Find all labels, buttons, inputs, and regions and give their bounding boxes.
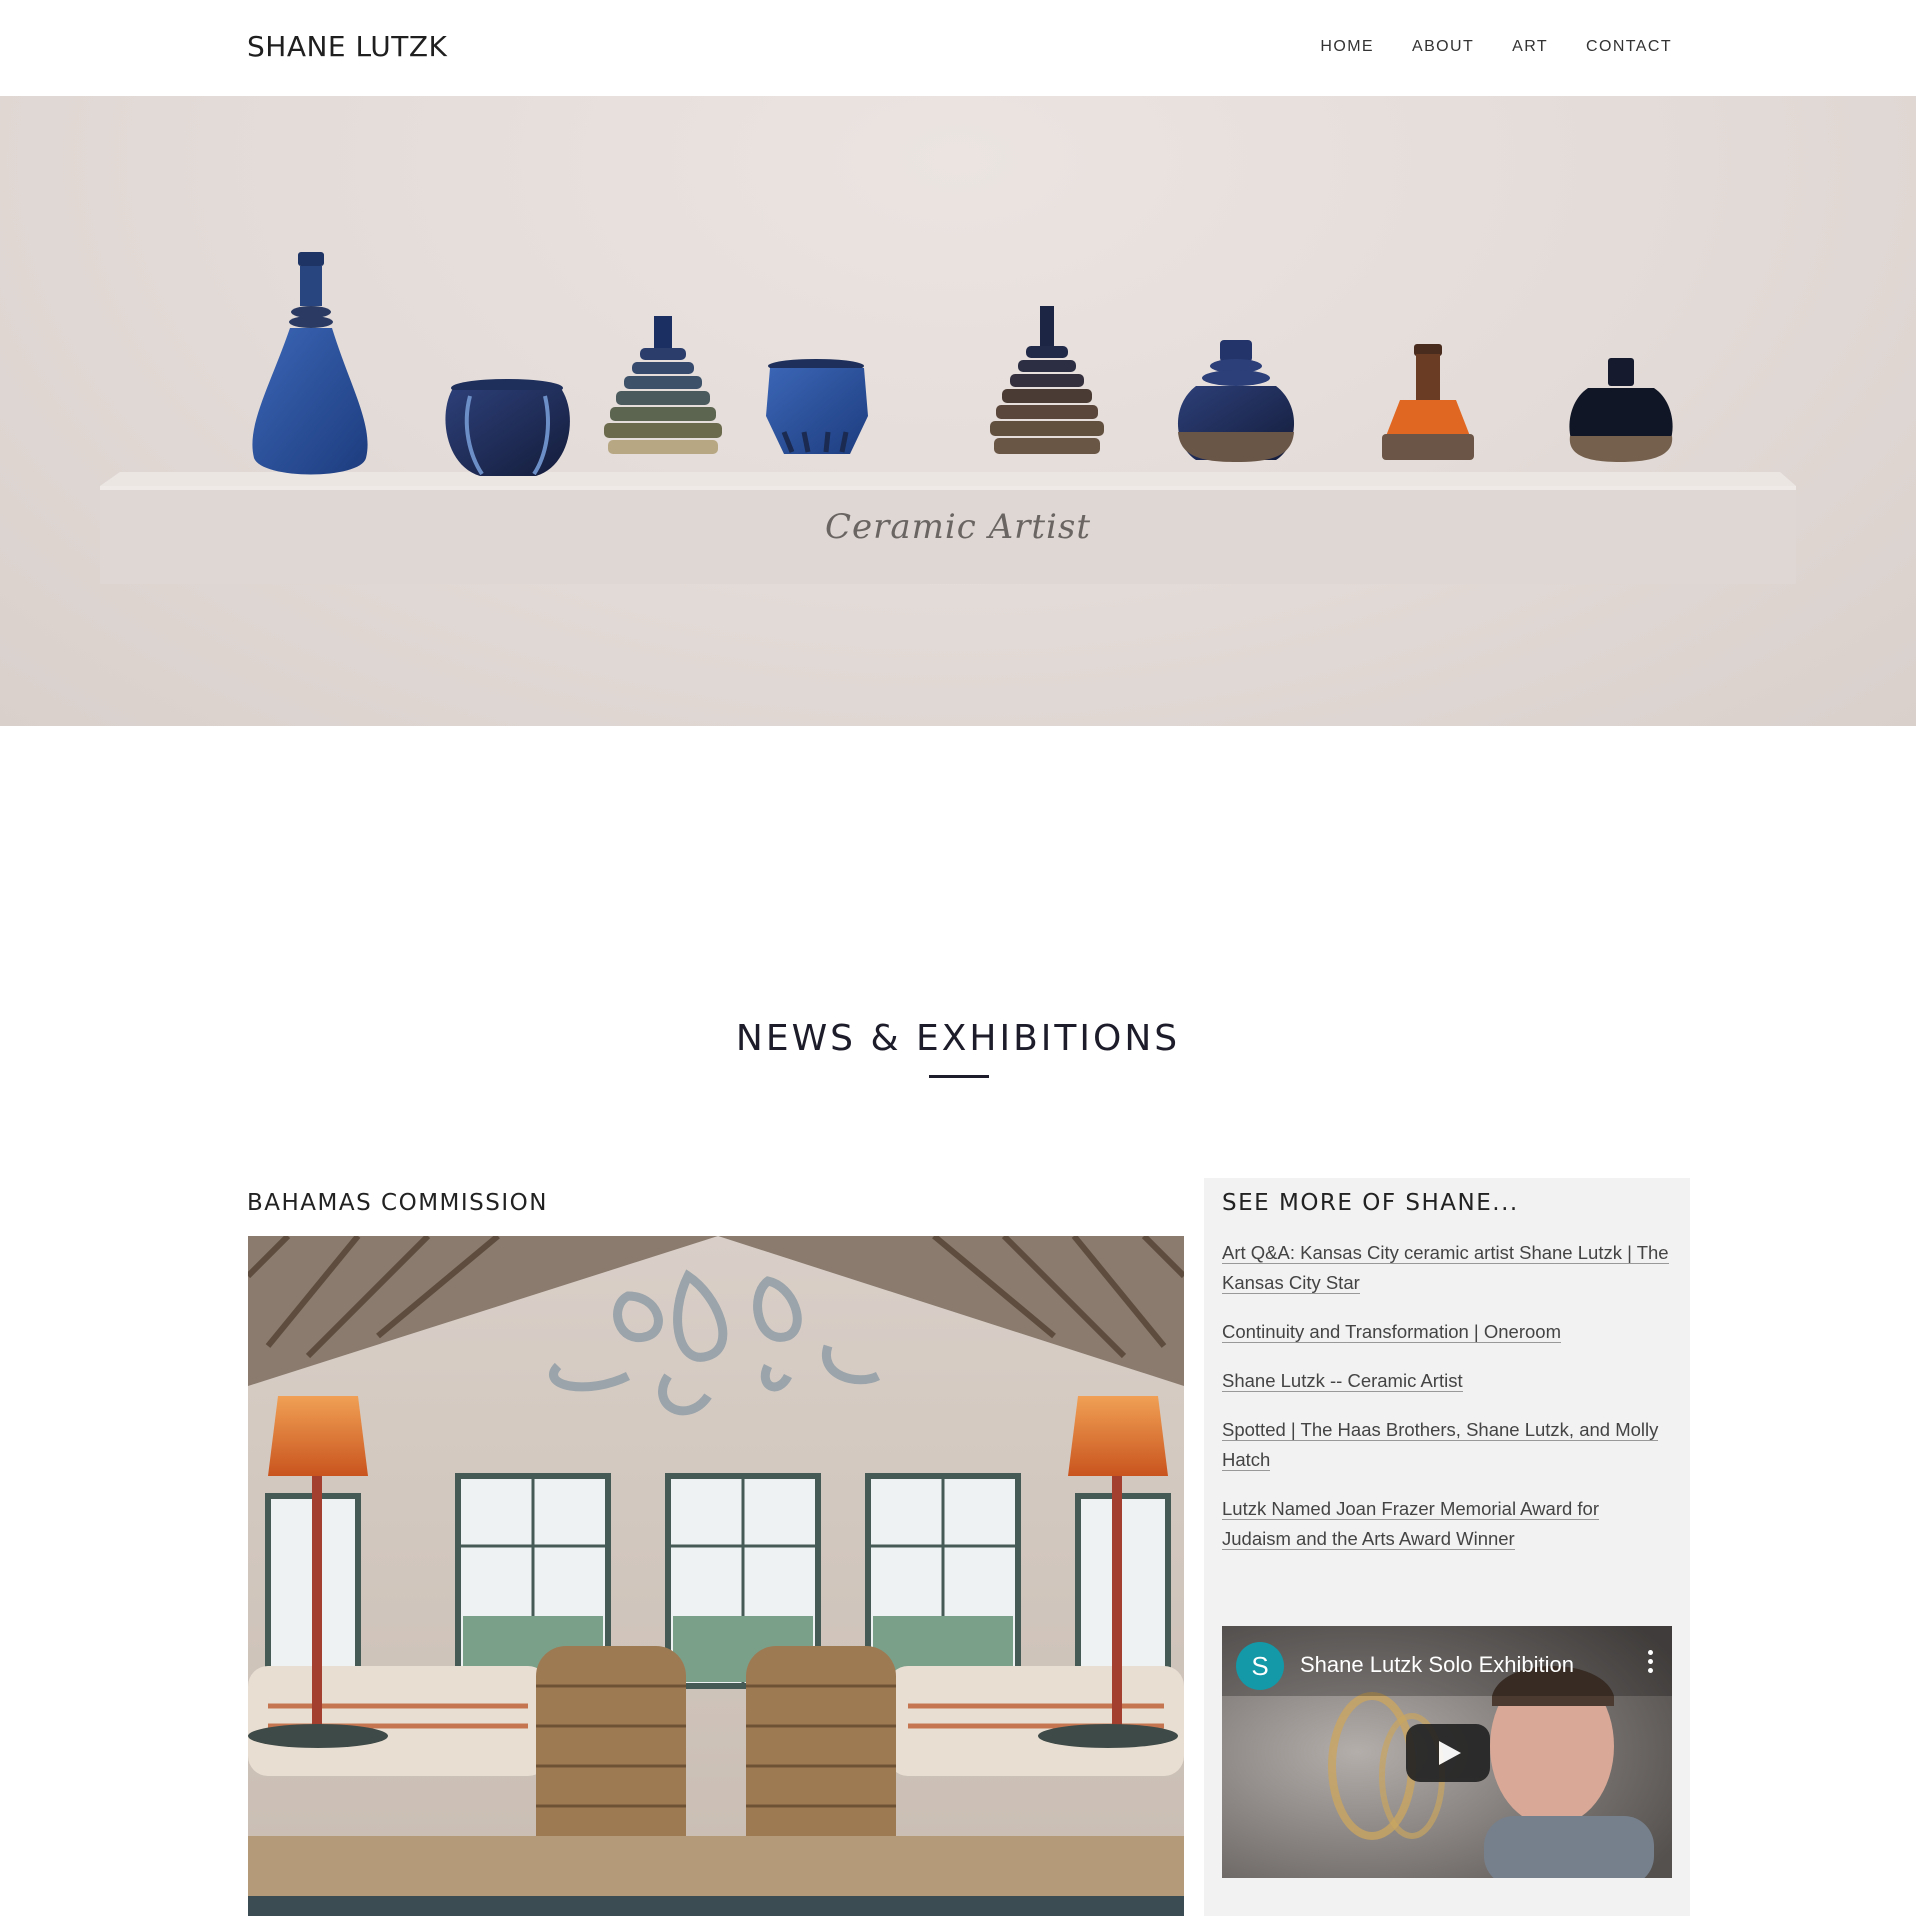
- press-link-label: Spotted | The Haas Brothers, Shane Lutzk…: [1222, 1419, 1659, 1471]
- section-title: NEWS & EXHIBITIONS: [735, 1018, 1181, 1059]
- vase-6: [1177, 340, 1295, 462]
- nav-art[interactable]: ART: [1512, 38, 1548, 56]
- vase-7: [1382, 344, 1474, 460]
- vase-4: [766, 359, 868, 454]
- site-logo[interactable]: SHANE LUTZK: [247, 30, 447, 63]
- press-link-oneroom[interactable]: Continuity and Transformation | Oneroom: [1222, 1317, 1672, 1347]
- vase-5: [990, 306, 1104, 454]
- main-nav: HOME ABOUT ART CONTACT: [1320, 38, 1672, 56]
- hero-caption: Ceramic Artist: [824, 507, 1092, 547]
- nav-about[interactable]: ABOUT: [1412, 38, 1474, 56]
- press-link-label: Shane Lutzk -- Ceramic Artist: [1222, 1370, 1463, 1392]
- press-link-label: Art Q&A: Kansas City ceramic artist Shan…: [1222, 1242, 1669, 1294]
- vase-2: [445, 379, 570, 476]
- more-vert-icon[interactable]: [1648, 1650, 1654, 1677]
- channel-avatar[interactable]: S: [1236, 1642, 1284, 1690]
- sidebar-title: SEE MORE OF SHANE...: [1222, 1190, 1519, 1216]
- press-link-label: Lutzk Named Joan Frazer Memorial Award f…: [1222, 1498, 1600, 1550]
- post-title[interactable]: BAHAMAS COMMISSION: [247, 1190, 548, 1216]
- nav-home[interactable]: HOME: [1320, 38, 1374, 56]
- press-link-ceramic-artist[interactable]: Shane Lutzk -- Ceramic Artist: [1222, 1366, 1672, 1396]
- bahamas-commission-photo[interactable]: [248, 1236, 1184, 1916]
- press-link-label: Continuity and Transformation | Oneroom: [1222, 1321, 1561, 1343]
- site-header: SHANE LUTZK HOME ABOUT ART CONTACT: [0, 0, 1916, 96]
- hero-banner: Ceramic Artist: [0, 96, 1916, 726]
- press-link-joan-frazer-award[interactable]: Lutzk Named Joan Frazer Memorial Award f…: [1222, 1494, 1672, 1554]
- play-icon[interactable]: [1406, 1724, 1490, 1782]
- press-link-kansas-city-star[interactable]: Art Q&A: Kansas City ceramic artist Shan…: [1222, 1238, 1672, 1298]
- press-links: Art Q&A: Kansas City ceramic artist Shan…: [1222, 1238, 1672, 1573]
- title-underline: [929, 1075, 989, 1078]
- sidebar: SEE MORE OF SHANE... Art Q&A: Kansas Cit…: [1204, 1178, 1690, 1916]
- ceramics-shelf-illustration: [100, 252, 1796, 586]
- vase-8: [1569, 358, 1673, 462]
- living-room-image: [248, 1236, 1184, 1916]
- vase-1: [252, 252, 368, 475]
- video-embed[interactable]: S Shane Lutzk Solo Exhibition: [1222, 1626, 1672, 1878]
- press-link-haas-brothers[interactable]: Spotted | The Haas Brothers, Shane Lutzk…: [1222, 1415, 1672, 1475]
- video-title[interactable]: Shane Lutzk Solo Exhibition: [1300, 1652, 1574, 1678]
- nav-contact[interactable]: CONTACT: [1586, 38, 1672, 56]
- vase-3: [604, 316, 722, 454]
